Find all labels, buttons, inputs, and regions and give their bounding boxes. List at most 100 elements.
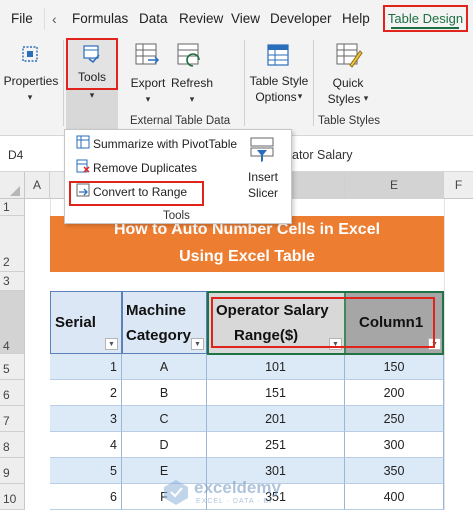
gridline [50,199,51,216]
tab-review[interactable]: Review [179,0,223,36]
cell-serial[interactable]: 1 [50,354,122,380]
cell-category[interactable]: B [122,380,207,406]
cell-category[interactable]: A [122,354,207,380]
ribbon-divider [63,40,64,126]
properties-button[interactable]: Properties [2,74,60,89]
cell-salary[interactable]: 201 [207,406,345,432]
cell-column1[interactable]: 400 [345,484,444,510]
row-header-5[interactable]: 5 [0,354,25,380]
ribbon: Properties ▾ Tools ▾ Export ▾ Refresh ▾ … [0,36,473,136]
ribbon-tab-bar: File ‹ Formulas Data Review View Develop… [0,0,473,36]
ribbon-divider [244,40,245,126]
tools-icon [81,44,103,64]
row-header-1[interactable]: 1 [0,199,25,216]
menu-item-remove-duplicates-label: Remove Duplicates [93,161,198,175]
row-header-6[interactable]: 6 [0,380,25,406]
chevron-down-icon: ▾ [89,90,95,100]
table-header-serial-label: Serial [55,314,96,331]
menu-item-summarize-label: Summarize with PivotTable [93,137,238,151]
menu-item-summarize[interactable]: Summarize with PivotTable [76,133,237,155]
export-button[interactable]: Export [128,76,168,91]
cell-serial[interactable]: 3 [50,406,122,432]
properties-icon [19,42,41,66]
tab-help[interactable]: Help [342,0,370,36]
export-icon [134,42,162,70]
table-header-machine-label-2: Category [126,327,192,344]
row-header-3[interactable]: 3 [0,272,25,291]
tab-developer[interactable]: Developer [270,0,332,36]
remove-duplicates-icon [76,158,90,180]
table-header-machine-label-1: Machine [126,302,187,319]
column-header-a[interactable]: A [25,172,50,199]
cell-serial[interactable]: 6 [50,484,122,510]
convert-to-range-highlight [69,181,204,206]
cell-category[interactable]: C [122,406,207,432]
cell-salary[interactable]: 151 [207,380,345,406]
menu-item-remove-duplicates[interactable]: Remove Duplicates [76,157,197,179]
group-label-external-table-data: External Table Data [130,115,231,127]
group-label-tools: Tools [163,210,190,222]
cell-column1[interactable]: 350 [345,458,444,484]
quick-styles-label-1[interactable]: Quick [328,76,368,91]
chevron-down-icon[interactable]: ▾ [295,91,305,102]
cell-serial[interactable]: 5 [50,458,122,484]
chevron-down-icon[interactable]: ▾ [24,92,36,103]
watermark-brand: exceldemy [194,478,281,497]
refresh-button[interactable]: Refresh [170,76,214,91]
insert-slicer-button[interactable]: Insert [237,170,289,185]
gridline [444,199,445,510]
exceldemy-logo-icon [162,478,190,506]
watermark: exceldemy EXCEL · DATA · BI [162,476,322,510]
row-header-7[interactable]: 7 [0,406,25,432]
chevron-down-icon[interactable]: ▾ [186,94,198,105]
chevron-down-icon[interactable]: ▾ [361,93,371,104]
row-header-2[interactable]: 2 [0,216,25,272]
selection-outline [207,291,444,355]
tools-button[interactable]: Tools [66,38,118,90]
table-style-options-label-1[interactable]: Table Style [248,74,310,89]
name-box[interactable]: D4 [8,148,23,162]
row-header-10[interactable]: 10 [0,484,25,510]
cell-column1[interactable]: 200 [345,380,444,406]
ribbon-divider [313,40,314,126]
quick-styles-icon [334,41,364,69]
tools-dropdown-area[interactable]: ▾ [66,90,118,130]
title-banner: How to Auto Number Cells in Excel Using … [50,216,444,272]
formula-input[interactable]: ator Salary [292,148,352,162]
tools-menu: Summarize with PivotTable Remove Duplica… [64,129,292,224]
table-header-serial[interactable]: Serial ▼ [50,291,122,354]
tab-view[interactable]: View [231,0,260,36]
cell-salary[interactable]: 251 [207,432,345,458]
tab-scroll-left-icon[interactable]: ‹ [52,0,57,36]
filter-dropdown-icon[interactable]: ▼ [105,338,118,350]
tools-label: Tools [77,70,106,84]
row-header-9[interactable]: 9 [0,458,25,484]
pivot-table-icon [76,134,90,156]
tab-file[interactable]: File [11,0,33,36]
group-label-table-styles: Table Styles [318,115,381,127]
insert-slicer-label-2[interactable]: Slicer [237,186,289,201]
cell-column1[interactable]: 150 [345,354,444,380]
tab-data[interactable]: Data [139,0,168,36]
filter-dropdown-icon[interactable]: ▼ [191,338,204,350]
tab-formulas[interactable]: Formulas [72,0,128,36]
insert-slicer-icon [245,136,281,166]
cell-salary[interactable]: 101 [207,354,345,380]
select-all-corner[interactable] [0,172,25,199]
select-all-icon [10,186,20,196]
quick-styles-label-2[interactable]: Styles [326,92,362,107]
table-header-machine-category[interactable]: Machine Category ▼ [122,291,207,354]
tab-divider [44,8,45,30]
cell-category[interactable]: D [122,432,207,458]
cell-column1[interactable]: 300 [345,432,444,458]
cell-serial[interactable]: 2 [50,380,122,406]
row-header-4[interactable]: 4 [0,291,25,354]
cell-serial[interactable]: 4 [50,432,122,458]
refresh-icon [176,42,204,70]
chevron-down-icon[interactable]: ▾ [142,94,154,105]
column-header-e[interactable]: E [345,172,444,199]
watermark-tagline: EXCEL · DATA · BI [196,498,272,505]
column-header-f[interactable]: F [444,172,473,199]
row-header-8[interactable]: 8 [0,432,25,458]
cell-column1[interactable]: 250 [345,406,444,432]
